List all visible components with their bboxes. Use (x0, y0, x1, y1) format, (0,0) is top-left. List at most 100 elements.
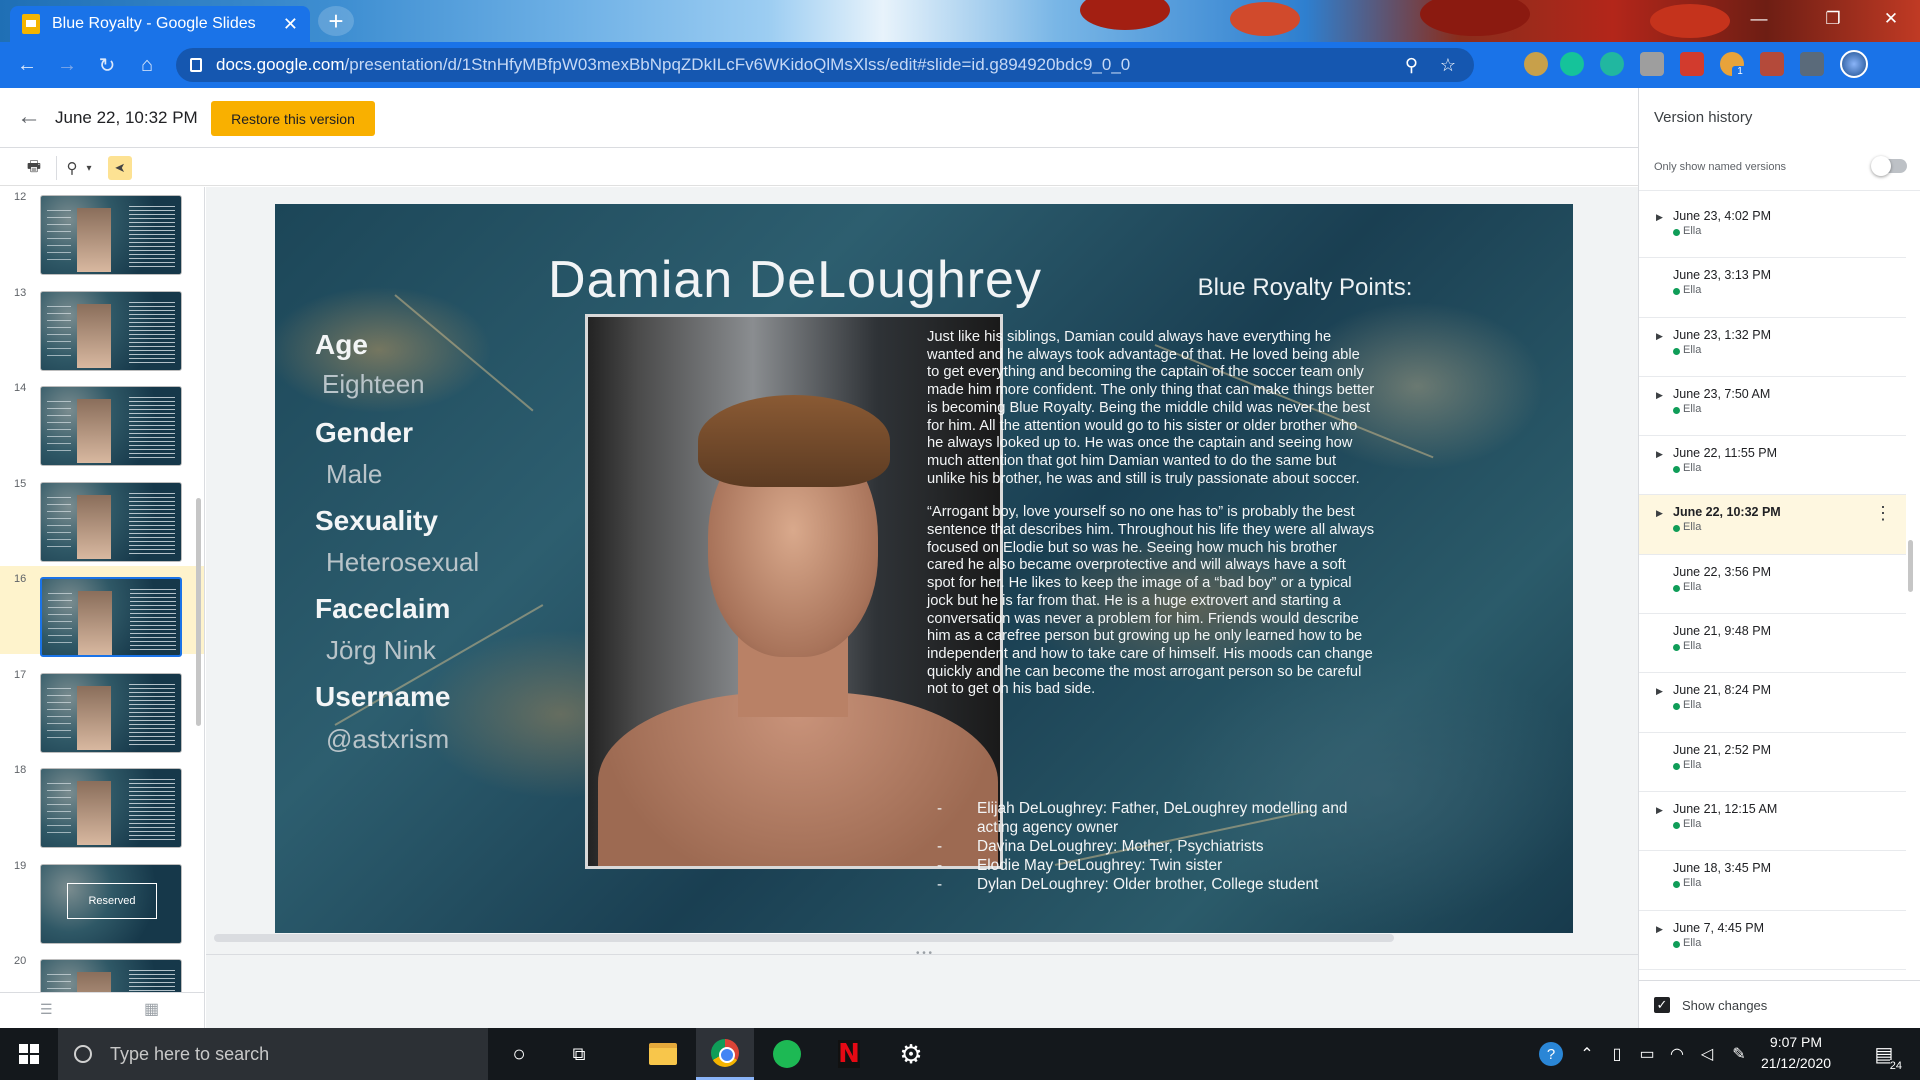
thumbnail-text (129, 301, 175, 364)
version-list-scrollbar[interactable] (1908, 540, 1913, 592)
canvas-horizontal-scrollbar[interactable] (214, 934, 1394, 942)
list-view-icon[interactable]: ☰ (40, 1001, 53, 1018)
device-icon[interactable]: ▯ (1604, 1028, 1630, 1080)
slide-thumbnail[interactable] (40, 386, 182, 466)
expand-caret-icon[interactable]: ▶ (1656, 390, 1663, 401)
profile-avatar[interactable] (1840, 50, 1868, 78)
more-options-icon[interactable]: ⋮ (1874, 503, 1892, 524)
extension-tp-icon[interactable] (1680, 52, 1704, 76)
version-item[interactable]: ▶ June 7, 4:45 PM Ella (1639, 911, 1906, 970)
start-button[interactable] (0, 1028, 58, 1080)
expand-caret-icon[interactable]: ▶ (1656, 449, 1663, 460)
expand-caret-icon[interactable]: ▶ (1656, 212, 1663, 223)
extension-puzzle-icon[interactable] (1800, 52, 1824, 76)
bio-paragraph: “Arrogant boy, love yourself so no one h… (927, 504, 1375, 698)
taskbar-search-box[interactable]: Type here to search (58, 1028, 488, 1080)
zoom-dropdown-icon[interactable]: ▾ (82, 156, 96, 180)
version-item[interactable]: ▶ June 22, 11:55 PM Ella (1639, 436, 1906, 496)
action-center-button[interactable]: ▤ 24 (1862, 1028, 1906, 1080)
task-view-icon[interactable]: ⧉ (550, 1028, 608, 1080)
volume-icon[interactable]: ◁ (1694, 1028, 1720, 1080)
thumbnail-text (48, 593, 72, 649)
new-tab-button[interactable]: + (318, 6, 354, 36)
file-explorer-taskbar-button[interactable] (634, 1028, 692, 1080)
slide-thumbnail[interactable] (40, 481, 182, 562)
show-hidden-icons-chevron-icon[interactable]: ⌃ (1574, 1028, 1600, 1080)
author-color-dot (1673, 644, 1680, 652)
show-changes-checkbox[interactable]: ✓ (1654, 997, 1670, 1013)
expand-caret-icon[interactable]: ▶ (1656, 508, 1663, 519)
background-leaf (1080, 0, 1170, 30)
extension-icon[interactable] (1760, 52, 1784, 76)
slide-thumbnail[interactable] (40, 672, 182, 753)
age-label: Age (315, 329, 368, 360)
version-item[interactable]: June 21, 2:52 PM Ella (1639, 733, 1906, 792)
browser-forward-icon[interactable]: → (52, 50, 82, 80)
address-bar[interactable]: docs.google.com/presentation/d/1StnHfyMB… (176, 48, 1474, 82)
slide-thumbnail[interactable] (40, 195, 182, 275)
slide-thumbnail[interactable] (40, 577, 182, 657)
username-label: Username (315, 681, 451, 712)
zoom-icon[interactable]: ⚲ (62, 156, 82, 180)
expand-caret-icon[interactable]: ▶ (1656, 805, 1663, 816)
windows-logo-icon (19, 1044, 39, 1064)
expand-caret-icon[interactable]: ▶ (1656, 331, 1663, 342)
spotify-taskbar-button[interactable] (758, 1028, 816, 1080)
version-item[interactable]: ▶ June 23, 4:02 PM Ella (1639, 199, 1906, 259)
wifi-icon[interactable]: ◠ (1664, 1028, 1690, 1080)
bookmark-star-icon[interactable]: ☆ (1440, 55, 1456, 76)
extension-m-icon[interactable] (1600, 52, 1624, 76)
only-named-versions-label: Only show named versions (1654, 161, 1787, 173)
cortana-icon[interactable]: ○ (490, 1028, 548, 1080)
extension-icon[interactable] (1524, 52, 1548, 76)
window-minimize-button[interactable]: — (1736, 4, 1782, 34)
slides-favicon-icon (22, 14, 40, 34)
netflix-taskbar-button[interactable]: N (820, 1028, 878, 1080)
notification-count: 24 (1889, 1060, 1902, 1072)
browser-back-icon[interactable]: ← (12, 50, 42, 80)
filmstrip-scrollbar[interactable] (196, 498, 201, 726)
taskbar-clock[interactable]: 9:07 PM 21/12/2020 (1748, 1032, 1844, 1074)
settings-taskbar-button[interactable]: ⚙ (882, 1028, 940, 1080)
browser-tab-active[interactable]: Blue Royalty - Google Slides ✕ (10, 6, 310, 42)
version-item[interactable]: June 22, 3:56 PM Ella (1639, 555, 1906, 615)
expand-caret-icon[interactable]: ▶ (1656, 924, 1663, 935)
restore-version-button[interactable]: Restore this version (211, 101, 375, 136)
slide-thumbnail[interactable] (40, 959, 182, 992)
only-named-versions-toggle[interactable] (1871, 156, 1907, 176)
back-arrow-icon[interactable]: ← (14, 100, 44, 134)
chrome-taskbar-button[interactable] (696, 1028, 754, 1080)
version-item[interactable]: ▶ June 23, 1:32 PM Ella (1639, 318, 1906, 377)
thumbnail-text (47, 496, 71, 553)
grammarly-extension-icon[interactable] (1560, 52, 1584, 76)
battery-icon[interactable]: ▭ (1634, 1028, 1660, 1080)
select-cursor-icon[interactable]: ➤ (108, 156, 132, 180)
window-maximize-button[interactable]: ❐ (1810, 4, 1856, 34)
version-item[interactable]: ▶ June 21, 12:15 AM Ella (1639, 792, 1906, 852)
home-icon[interactable]: ⌂ (132, 50, 162, 80)
expand-caret-icon[interactable]: ▶ (1656, 686, 1663, 697)
search-page-icon[interactable]: ⚲ (1405, 55, 1418, 76)
version-author: Ella (1683, 225, 1702, 237)
grid-view-icon[interactable]: ▦ (144, 999, 159, 1019)
version-item[interactable]: ▶ June 23, 7:50 AM Ella (1639, 377, 1906, 437)
version-list: ▶ June 23, 4:02 PM Ella June 23, 3:13 PM Ell… (1639, 199, 1906, 979)
slide-thumbnail[interactable] (40, 290, 182, 371)
slide-thumbnail[interactable]: Reserved (40, 863, 182, 944)
version-item[interactable]: June 21, 9:48 PM Ella (1639, 614, 1906, 674)
slide-thumbnail[interactable] (40, 768, 182, 848)
notes-resize-handle[interactable]: • • • (912, 948, 936, 959)
version-date: June 22, 11:55 PM (1673, 446, 1778, 461)
extension-icon[interactable] (1640, 52, 1664, 76)
version-item[interactable]: June 23, 3:13 PM Ella (1639, 258, 1906, 318)
print-icon[interactable]: 🖶 (22, 156, 46, 180)
gear-icon: ⚙ (899, 1038, 923, 1069)
tab-close-icon[interactable]: ✕ (283, 14, 298, 35)
reload-icon[interactable]: ↻ (92, 50, 122, 80)
window-close-button[interactable]: ✕ (1868, 4, 1914, 34)
version-item[interactable]: ▶ June 22, 10:32 PM Ella ⋮ (1639, 495, 1906, 555)
version-item[interactable]: June 18, 3:45 PM Ella (1639, 851, 1906, 911)
help-icon[interactable]: ? (1536, 1028, 1566, 1080)
version-item[interactable]: ▶ June 21, 8:24 PM Ella (1639, 673, 1906, 733)
slide: Damian DeLoughrey Blue Royalty Points: A… (275, 204, 1573, 933)
